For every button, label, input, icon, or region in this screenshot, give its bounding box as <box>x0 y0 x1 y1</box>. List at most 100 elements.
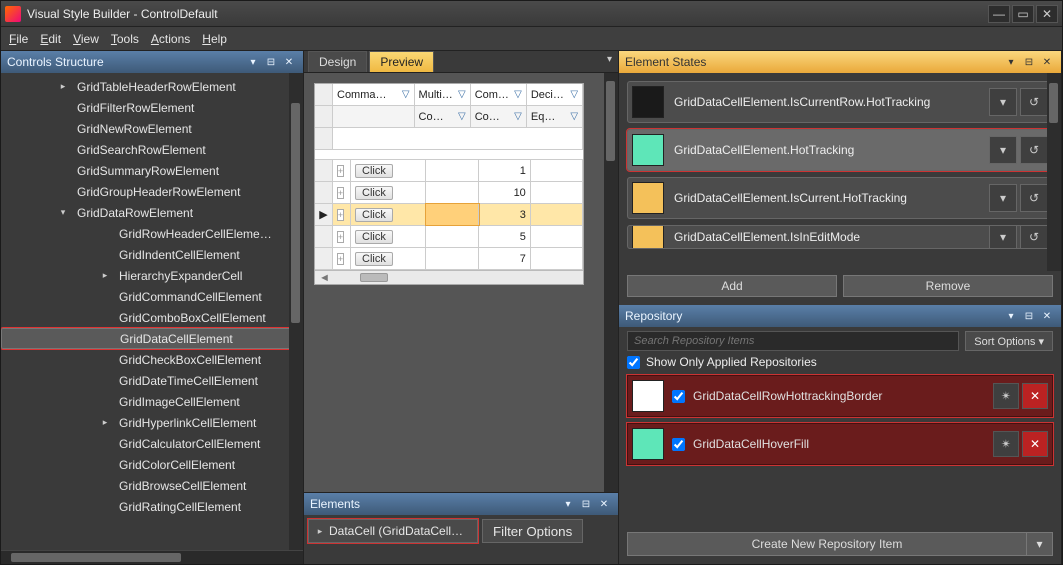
grid-expand-cell[interactable]: + <box>333 248 351 269</box>
repo-delete-button[interactable]: ✕ <box>1022 431 1048 457</box>
sort-options-button[interactable]: Sort Options ▾ <box>965 331 1053 351</box>
grid-data-cell[interactable] <box>531 204 583 225</box>
tree-vscroll[interactable] <box>289 73 303 550</box>
repository-item[interactable]: GridDataCellRowHottrackingBorder ✴ ✕ <box>627 375 1053 417</box>
menu-file[interactable]: File <box>9 32 28 46</box>
expand-icon[interactable]: ▸ <box>99 417 111 429</box>
expand-icon[interactable]: ▸ <box>57 81 69 93</box>
expand-icon[interactable] <box>99 396 111 408</box>
expand-icon[interactable] <box>57 165 69 177</box>
filter-icon[interactable]: ▽ <box>458 89 466 100</box>
menu-view[interactable]: View <box>73 32 99 46</box>
grid-data-cell[interactable]: 10 <box>479 182 531 203</box>
expand-icon[interactable] <box>99 354 111 366</box>
repo-edit-button[interactable]: ✴ <box>993 383 1019 409</box>
panel-pin-icon[interactable]: ⊟ <box>578 497 594 511</box>
create-repository-item-button[interactable]: Create New Repository Item <box>627 532 1027 556</box>
grid-expand-cell[interactable]: + <box>333 204 351 225</box>
grid-preview[interactable]: Comma…▽ Multi…▽ Com…▽ Deci…▽ Co…▽ Co…▽ E… <box>314 83 584 285</box>
expand-icon[interactable] <box>57 123 69 135</box>
tree-item[interactable]: GridCommandCellElement <box>1 286 303 307</box>
panel-close-icon[interactable]: ✕ <box>596 497 612 511</box>
panel-close-icon[interactable]: ✕ <box>281 55 297 69</box>
tree-hscroll[interactable] <box>1 550 303 564</box>
tree-item[interactable]: ▸GridTableHeaderRowElement <box>1 76 303 97</box>
panel-close-icon[interactable]: ✕ <box>1039 55 1055 69</box>
grid-column-header[interactable]: Com…▽ <box>471 84 527 105</box>
expand-icon[interactable] <box>99 438 111 450</box>
tab-preview[interactable]: Preview <box>369 51 434 72</box>
panel-close-icon[interactable]: ✕ <box>1039 309 1055 323</box>
grid-data-cell[interactable] <box>426 226 478 247</box>
grid-data-row[interactable]: + Click 1 <box>315 160 583 182</box>
tree-item[interactable]: GridCalculatorCellElement <box>1 433 303 454</box>
state-reset-button[interactable]: ↺ <box>1020 88 1048 116</box>
filter-icon[interactable]: ▽ <box>570 89 578 100</box>
state-reset-button[interactable]: ↺ <box>1020 136 1048 164</box>
tree-item[interactable]: GridImageCellElement <box>1 391 303 412</box>
expand-icon[interactable] <box>99 375 111 387</box>
panel-dropdown-icon[interactable]: ▾ <box>1003 55 1019 69</box>
grid-data-row[interactable]: + Click 7 <box>315 248 583 270</box>
grid-expand-cell[interactable]: + <box>333 226 351 247</box>
grid-data-row[interactable]: + Click 5 <box>315 226 583 248</box>
panel-dropdown-icon[interactable]: ▾ <box>1003 309 1019 323</box>
grid-command-button[interactable]: Click <box>355 230 393 244</box>
grid-filter-cell[interactable]: Co…▽ <box>471 106 527 127</box>
tree-item[interactable]: GridRowHeaderCellEleme… <box>1 223 303 244</box>
preview-vscroll[interactable] <box>604 73 618 492</box>
tree-item[interactable]: GridDataCellElement <box>1 328 303 349</box>
show-only-applied-checkbox[interactable] <box>627 356 640 369</box>
repo-apply-checkbox[interactable] <box>672 390 685 403</box>
tab-design[interactable]: Design <box>308 51 367 72</box>
element-state-item[interactable]: GridDataCellElement.HotTracking ▾ ↺ <box>627 129 1053 171</box>
repo-edit-button[interactable]: ✴ <box>993 431 1019 457</box>
tree-item[interactable]: GridBrowseCellElement <box>1 475 303 496</box>
element-state-item[interactable]: GridDataCellElement.IsCurrent.HotTrackin… <box>627 177 1053 219</box>
expand-icon[interactable]: ▸ <box>315 526 325 537</box>
menu-actions[interactable]: Actions <box>151 32 190 46</box>
grid-column-header[interactable]: Comma…▽ <box>333 84 415 105</box>
state-dropdown-button[interactable]: ▾ <box>989 184 1017 212</box>
repo-apply-checkbox[interactable] <box>672 438 685 451</box>
expand-icon[interactable] <box>99 249 111 261</box>
grid-expand-cell[interactable]: + <box>333 160 351 181</box>
tree-item[interactable]: GridGroupHeaderRowElement <box>1 181 303 202</box>
expand-icon[interactable] <box>99 480 111 492</box>
expand-icon[interactable] <box>57 144 69 156</box>
grid-column-header[interactable]: Multi…▽ <box>415 84 471 105</box>
element-item-datacell[interactable]: ▸ DataCell (GridDataCell… <box>308 519 478 543</box>
grid-data-cell[interactable] <box>426 204 478 225</box>
grid-data-cell[interactable]: 7 <box>479 248 531 269</box>
menu-edit[interactable]: Edit <box>40 32 61 46</box>
filter-icon[interactable]: ▽ <box>458 111 466 122</box>
filter-icon[interactable]: ▽ <box>514 89 522 100</box>
grid-filter-cell[interactable]: Eq…▽ <box>527 106 583 127</box>
grid-expand-cell[interactable]: + <box>333 182 351 203</box>
tree-item[interactable]: ▸GridHyperlinkCellElement <box>1 412 303 433</box>
grid-data-cell[interactable] <box>531 226 583 247</box>
panel-pin-icon[interactable]: ⊟ <box>263 55 279 69</box>
close-button[interactable]: ✕ <box>1036 5 1058 23</box>
filter-icon[interactable]: ▽ <box>514 111 522 122</box>
grid-data-cell[interactable] <box>531 182 583 203</box>
grid-command-button[interactable]: Click <box>355 252 393 266</box>
expand-icon[interactable]: ▸ <box>99 270 111 282</box>
panel-dropdown-icon[interactable]: ▾ <box>560 497 576 511</box>
element-states-list[interactable]: GridDataCellElement.IsCurrentRow.HotTrac… <box>619 73 1061 271</box>
grid-data-cell[interactable] <box>426 182 478 203</box>
grid-command-button[interactable]: Click <box>355 164 393 178</box>
expand-icon[interactable] <box>99 459 111 471</box>
repo-delete-button[interactable]: ✕ <box>1022 383 1048 409</box>
grid-hscroll[interactable]: ◄ <box>315 270 583 284</box>
expand-icon[interactable] <box>100 333 112 345</box>
tree-item[interactable]: ▾GridDataRowElement <box>1 202 303 223</box>
state-reset-button[interactable]: ↺ <box>1020 225 1048 249</box>
grid-command-button[interactable]: Click <box>355 186 393 200</box>
tree-item[interactable]: GridCheckBoxCellElement <box>1 349 303 370</box>
grid-filter-cell[interactable]: Co…▽ <box>415 106 471 127</box>
menu-tools[interactable]: Tools <box>111 32 139 46</box>
expand-icon[interactable] <box>99 501 111 513</box>
filter-icon[interactable]: ▽ <box>402 89 410 100</box>
add-state-button[interactable]: Add <box>627 275 837 297</box>
